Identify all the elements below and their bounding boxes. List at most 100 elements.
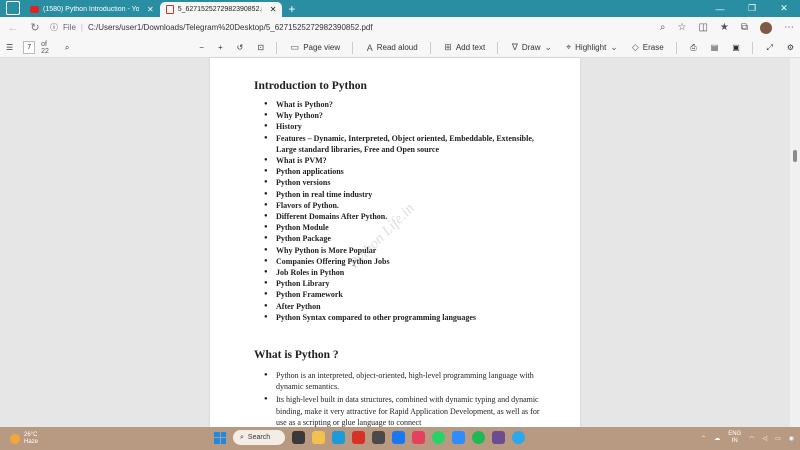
print-icon[interactable]: ⎙ <box>690 43 696 53</box>
store-icon[interactable] <box>372 431 385 444</box>
page-view-button[interactable]: ▭ Page view <box>291 42 340 53</box>
whatsapp-icon[interactable] <box>432 431 445 444</box>
page-number-input[interactable]: 7 <box>23 41 36 54</box>
divider <box>276 41 277 54</box>
taskbar: 26°C Haze ⌕ Search ⌃ ☁ ENG IN ◠ ◁ ▭ ◉ <box>0 427 800 450</box>
close-tab-button[interactable]: ✕ <box>147 5 154 14</box>
toc-item: Why Python? <box>264 110 544 121</box>
scrollbar-thumb[interactable] <box>793 150 797 162</box>
add-text-button[interactable]: ⊞ Add text <box>444 42 485 53</box>
toc-item: Python applications <box>264 166 544 177</box>
toc-item: Python Library <box>264 278 544 289</box>
more-icon[interactable]: ⋯ <box>784 22 794 33</box>
tab-label: 5_6271525272982390852.pdf <box>177 6 262 13</box>
taskbar-apps: ⌕ Search <box>214 430 525 445</box>
toc-item: History <box>264 121 544 132</box>
zoom-app-icon[interactable] <box>452 431 465 444</box>
divider <box>429 41 431 54</box>
back-icon[interactable]: ← <box>6 22 20 34</box>
battery-icon[interactable]: ▭ <box>775 435 781 442</box>
toc-item: Why Python is More Popular <box>264 245 544 256</box>
temperature: 26°C <box>24 431 38 438</box>
tab-strip: (1580) Python Introduction - You ✕ 5_627… <box>0 0 800 17</box>
close-tab-button[interactable]: ✕ <box>270 5 277 14</box>
zoom-icon[interactable]: ⌕ <box>660 22 666 33</box>
telegram-icon[interactable] <box>512 431 525 444</box>
search-icon[interactable]: ⌕ <box>65 43 69 53</box>
pdf-viewer[interactable]: Introduction to Python What is Python?Wh… <box>0 58 800 427</box>
read-aloud-label: Read aloud <box>376 43 418 52</box>
erase-label: Erase <box>642 43 664 52</box>
gmail-icon[interactable] <box>352 431 365 444</box>
highlight-icon: ⌖ <box>566 42 572 52</box>
new-tab-button[interactable]: + <box>288 2 295 17</box>
draw-icon: ∇ <box>511 42 518 52</box>
profile-avatar[interactable] <box>760 21 772 34</box>
sun-icon <box>10 433 20 444</box>
volume-icon[interactable]: ◁ <box>762 435 767 442</box>
address-bar: ← ↻ ⓘ File | C:/Users/user1/Downloads/Te… <box>0 17 800 38</box>
draw-button[interactable]: ∇ Draw ⌄ <box>512 42 552 53</box>
instagram-icon[interactable] <box>412 431 425 444</box>
taskbar-search[interactable]: ⌕ Search <box>233 430 285 445</box>
search-label: Search <box>247 434 271 441</box>
toc-item: What is PVM? <box>264 155 544 166</box>
edge-icon[interactable] <box>332 431 345 444</box>
language-code: ENG <box>728 431 742 437</box>
toc-item: Python Framework <box>264 289 544 300</box>
read-aloud-icon: A <box>366 42 373 53</box>
chevron-down-icon[interactable]: ⌄ <box>610 42 618 53</box>
region-code: IN <box>731 438 738 444</box>
tab-label: (1580) Python Introduction - You <box>43 6 139 13</box>
toc-item: After Python <box>264 301 544 312</box>
pdf-toolbar: ☰ 7 of 22 ⌕ − + ↺ ⊡ ▭ Page view A Read alo… <box>0 38 800 58</box>
start-icon[interactable] <box>214 431 226 444</box>
cloud-icon[interactable]: ☁ <box>714 435 720 442</box>
draw-label: Draw <box>521 43 541 52</box>
divider <box>352 41 353 54</box>
split-screen-icon[interactable]: ◫ <box>698 22 707 33</box>
zoom-in-icon[interactable]: + <box>218 43 223 52</box>
info-icon[interactable]: ⓘ <box>50 22 58 33</box>
workspaces-icon[interactable] <box>6 1 20 15</box>
read-aloud-button[interactable]: A Read aloud <box>367 43 418 53</box>
app-icon[interactable] <box>492 431 505 444</box>
search-icon: ⌕ <box>240 433 244 441</box>
refresh-icon[interactable]: ↻ <box>28 21 42 34</box>
weather-condition: Haze <box>24 438 39 445</box>
collections-icon[interactable]: ⧉ <box>741 22 748 33</box>
settings-icon[interactable]: ⚙ <box>787 43 794 52</box>
language-indicator[interactable]: ENG IN <box>728 431 741 445</box>
wifi-icon[interactable]: ◠ <box>749 435 754 442</box>
divider <box>751 41 753 54</box>
task-view-icon[interactable] <box>292 431 305 444</box>
save-as-icon[interactable]: ▣ <box>732 43 740 52</box>
rotate-icon[interactable]: ↺ <box>237 43 244 52</box>
zoom-out-icon[interactable]: − <box>199 43 204 52</box>
facebook-icon[interactable] <box>392 431 405 444</box>
file-explorer-icon[interactable] <box>312 431 325 444</box>
url-scheme: File <box>63 23 76 32</box>
weather-widget[interactable]: 26°C Haze <box>0 432 38 446</box>
chevron-up-icon[interactable]: ⌃ <box>701 435 706 442</box>
maximize-icon[interactable]: ❐ <box>736 3 768 14</box>
tab-youtube[interactable]: (1580) Python Introduction - You ✕ <box>24 2 160 17</box>
favorite-icon[interactable]: ☆ <box>677 22 686 33</box>
tab-pdf[interactable]: 5_6271525272982390852.pdf ✕ <box>159 2 283 17</box>
minimize-icon[interactable]: — <box>704 4 736 14</box>
pdf-page: Introduction to Python What is Python?Wh… <box>210 58 580 427</box>
fullscreen-icon[interactable]: ⤢ <box>766 43 772 53</box>
erase-button[interactable]: ◇ Erase <box>632 42 664 53</box>
spotify-icon[interactable] <box>472 431 485 444</box>
favorites-icon[interactable]: ★ <box>720 22 729 33</box>
save-icon[interactable]: ▤ <box>711 43 719 52</box>
chevron-down-icon[interactable]: ⌄ <box>545 42 553 53</box>
contents-icon[interactable]: ☰ <box>6 43 13 52</box>
system-tray: ⌃ ☁ ENG IN ◠ ◁ ▭ ◉ <box>701 431 794 445</box>
scrollbar[interactable] <box>790 58 800 427</box>
fit-page-icon[interactable]: ⊡ <box>257 43 264 52</box>
highlight-button[interactable]: ⌖ Highlight ⌄ <box>566 42 618 53</box>
url-field[interactable]: ⓘ File | C:/Users/user1/Downloads/Telegr… <box>50 19 652 36</box>
close-window-icon[interactable]: ✕ <box>768 3 800 14</box>
notifications-icon[interactable]: ◉ <box>789 435 794 442</box>
